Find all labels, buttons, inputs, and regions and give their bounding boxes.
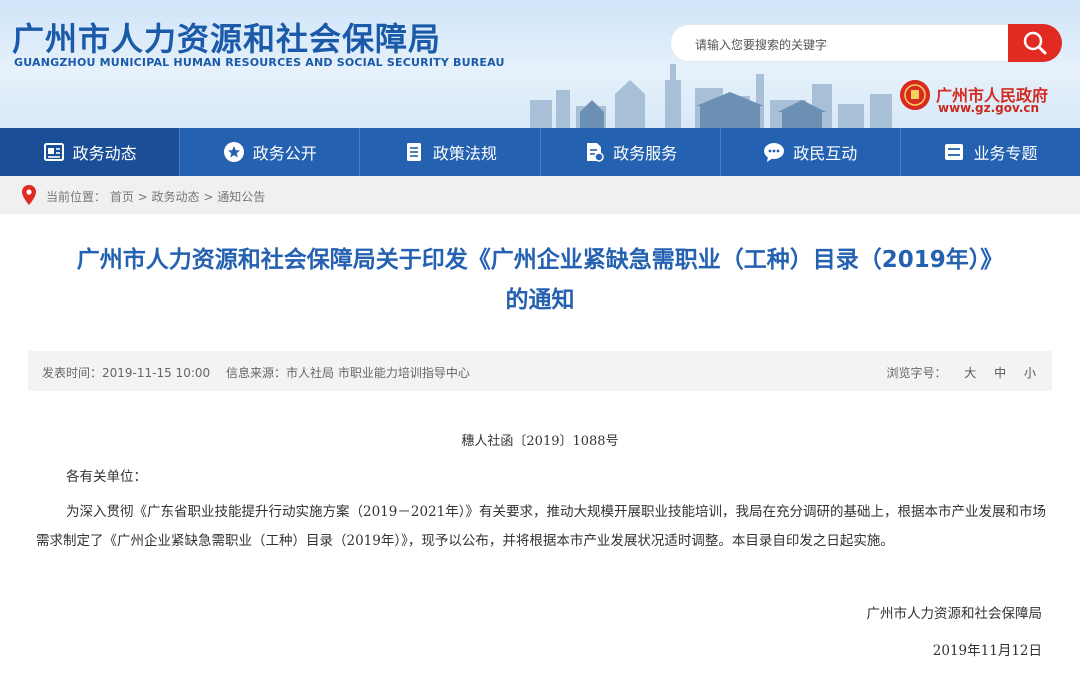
signature: 广州市人力资源和社会保障局: [866, 606, 1043, 622]
nav-item-label: 业务专题: [973, 144, 1038, 163]
info-source: 信息来源：市人社局 市职业能力培训指导中心: [226, 366, 470, 380]
gov-url-link[interactable]: www.gz.gov.cn: [938, 101, 1039, 115]
nav-item-news[interactable]: 政务动态: [0, 128, 181, 176]
gov-emblem-icon: [900, 80, 930, 110]
nav-item-policy[interactable]: 政策法规: [360, 128, 541, 176]
salutation: 各有关单位：: [66, 469, 147, 485]
nav-item-label: 政策法规: [432, 144, 497, 163]
article-body: 为深入贯彻《广东省职业技能提升行动实施方案（2019－2021年）》有关要求，推…: [36, 504, 1046, 549]
document-number: 穗人社函〔2019〕1088号: [461, 434, 619, 449]
breadcrumb-home[interactable]: 首页: [110, 190, 134, 204]
search-box: [670, 24, 1062, 62]
chat-bubble-icon: [764, 143, 785, 162]
article-title-line1: 广州市人力资源和社会保障局关于印发《广州企业紧缺急需职业（工种）目录（2019年…: [76, 247, 1004, 273]
main-nav: 政务动态 政务公开 政策法规 政务服务 政民互动 业务专题: [0, 128, 1080, 176]
site-title[interactable]: 广州市人力资源和社会保障局: [12, 14, 441, 60]
font-size-medium-button[interactable]: 中: [994, 366, 1006, 380]
site-subtitle: GUANGZHOU MUNICIPAL HUMAN RESOURCES AND …: [14, 56, 505, 69]
star-circle-icon: [223, 142, 244, 162]
search-button[interactable]: [1008, 24, 1062, 62]
font-size-label: 浏览字号：: [886, 366, 947, 380]
nav-item-interaction[interactable]: 政民互动: [721, 128, 901, 176]
breadcrumb-news[interactable]: 政务动态: [152, 190, 200, 204]
site-header: 广州市人力资源和社会保障局 GUANGZHOU MUNICIPAL HUMAN …: [0, 0, 1080, 128]
breadcrumb-prefix: 当前位置：: [46, 190, 107, 204]
font-size-large-button[interactable]: 大: [964, 366, 976, 380]
issue-date: 2019年11月12日: [932, 643, 1042, 659]
article-title-line2: 的通知: [505, 287, 575, 313]
city-skyline-illustration: [530, 64, 892, 128]
breadcrumb-separator: >: [133, 190, 152, 204]
nav-item-services[interactable]: 政务服务: [541, 128, 721, 176]
breadcrumb: 当前位置： 首页 > 政务动态 > 通知公告: [0, 176, 1080, 214]
location-pin-icon: [22, 185, 36, 205]
nav-item-topics[interactable]: 业务专题: [901, 128, 1080, 176]
service-doc-icon: [587, 143, 604, 162]
article-meta-bar: 发表时间：2019-11-15 10:00 信息来源：市人社局 市职业能力培训指…: [28, 351, 1052, 391]
article-title: 广州市人力资源和社会保障局关于印发《广州企业紧缺急需职业（工种）目录（2019年…: [20, 240, 1060, 320]
nav-item-label: 政务动态: [72, 144, 137, 163]
font-size-small-button[interactable]: 小: [1024, 366, 1036, 380]
search-input[interactable]: [693, 34, 997, 56]
nav-item-label: 政务公开: [252, 144, 317, 163]
search-icon: [1023, 31, 1047, 55]
breadcrumb-separator: >: [199, 190, 218, 204]
news-icon: [43, 143, 64, 161]
breadcrumb-notices[interactable]: 通知公告: [217, 190, 265, 204]
font-size-switcher: 浏览字号： 大 中 小: [886, 364, 1036, 381]
nav-item-label: 政民互动: [793, 144, 858, 163]
document-icon: [406, 143, 421, 161]
publish-time: 发表时间：2019-11-15 10:00: [42, 366, 211, 380]
list-icon: [945, 144, 964, 160]
nav-item-label: 政务服务: [613, 144, 678, 163]
nav-item-open-affairs[interactable]: 政务公开: [180, 128, 361, 176]
